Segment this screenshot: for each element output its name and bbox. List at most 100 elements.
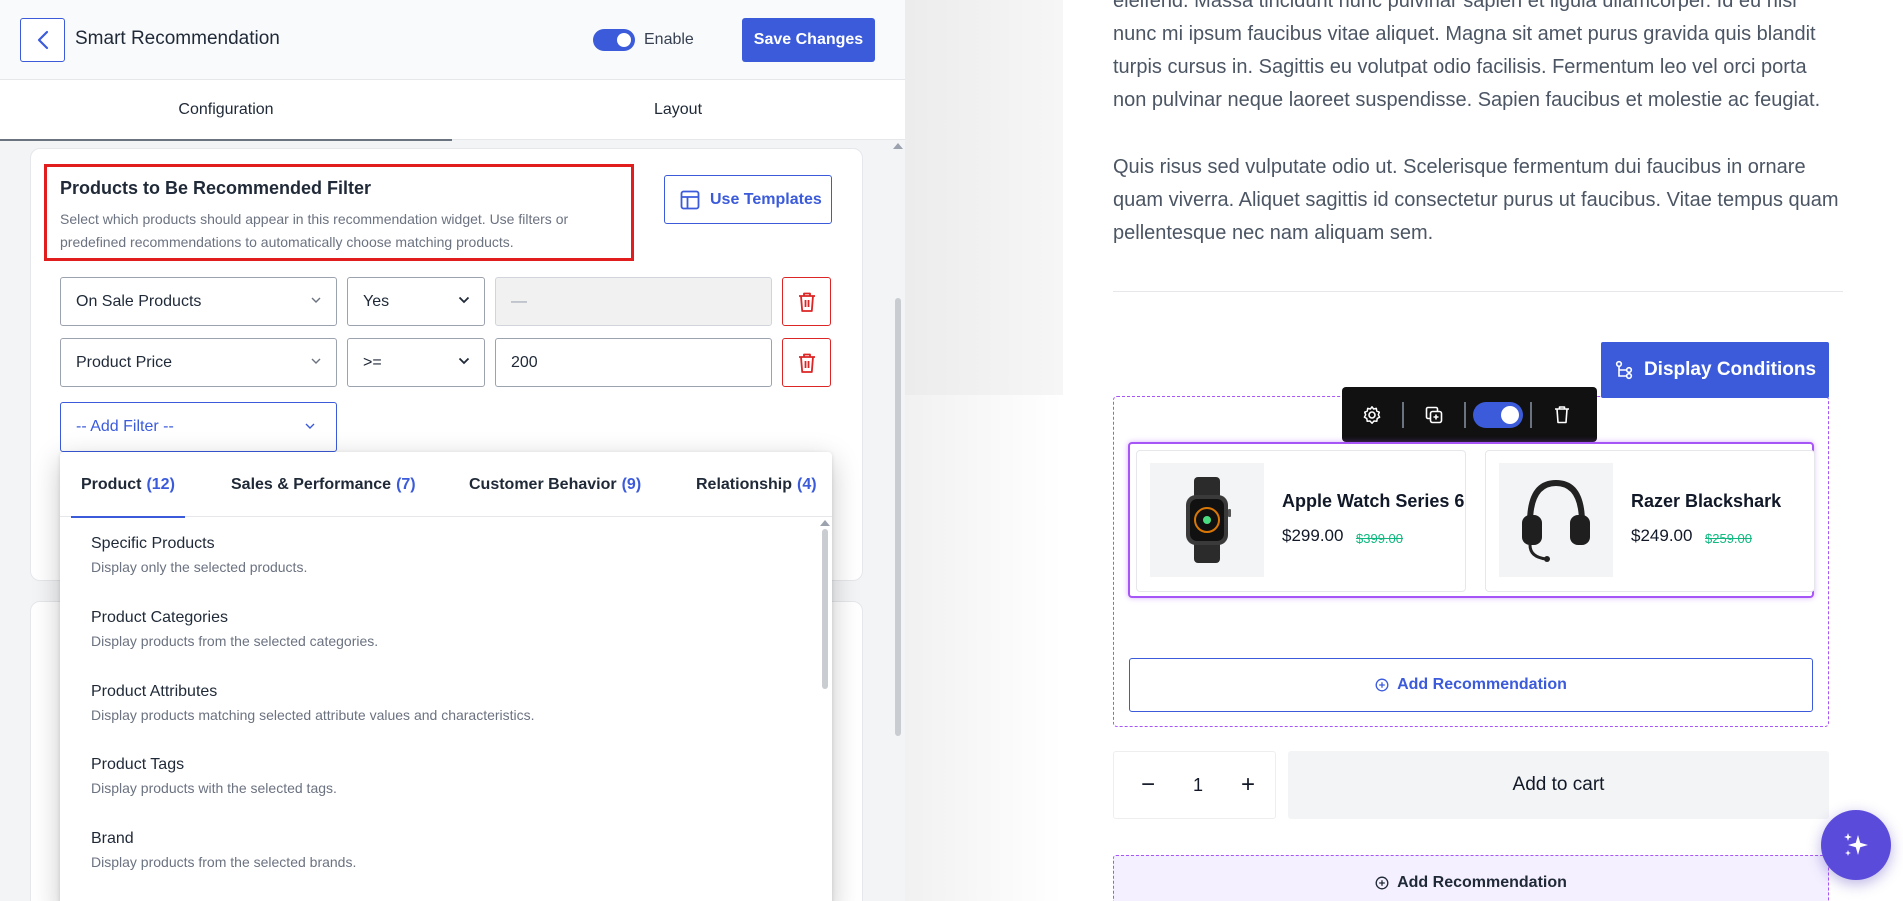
filter-value-text: —	[511, 292, 527, 310]
list-item[interactable]: Product Categories Display products from …	[91, 609, 791, 649]
display-conditions-button[interactable]: Display Conditions	[1601, 342, 1829, 398]
product-old-price: $399.00	[1356, 531, 1403, 546]
trash-icon	[798, 292, 815, 312]
filter-field-select[interactable]: On Sale Products	[60, 277, 337, 326]
chevron-down-icon	[311, 297, 321, 303]
add-recommendation-label: Add Recommendation	[1397, 874, 1567, 891]
delete-widget-button[interactable]	[1532, 387, 1592, 442]
option-name: Product Categories	[91, 609, 228, 626]
option-name: Specific Products	[91, 535, 215, 552]
add-to-cart-button[interactable]: Add to cart	[1288, 751, 1829, 819]
list-item[interactable]: Product Attributes Display products match…	[91, 683, 791, 723]
dropdown-scrollbar[interactable]	[822, 529, 828, 689]
tab-label: Relationship	[696, 475, 793, 493]
save-changes-button[interactable]: Save Changes	[742, 18, 875, 62]
filter-field-value: On Sale Products	[76, 292, 202, 310]
list-item[interactable]: Specific Products Display only the select…	[91, 535, 791, 575]
body-paragraph: eleifend. Massa tincidunt nunc pulvinar …	[1113, 0, 1821, 111]
settings-panel: Smart Recommendation Enable Save Changes…	[0, 0, 905, 901]
filter-category-tabs: Product (12) Sales & Performance (7) Custo…	[60, 452, 832, 518]
tab-label: Product	[81, 475, 142, 493]
conditions-icon	[1615, 360, 1633, 380]
tab-bar: Configuration Layout	[0, 80, 905, 141]
template-icon	[680, 190, 700, 209]
toggle-knob	[1501, 405, 1519, 424]
tab-count: (7)	[396, 475, 416, 493]
dropdown-scroll-up-arrow[interactable]	[820, 520, 830, 526]
filter-section-title: Products to Be Recommended Filter	[60, 178, 372, 198]
trash-icon	[798, 353, 815, 373]
product-name: Apple Watch Series 6	[1282, 491, 1465, 511]
page-title: Smart Recommendation	[75, 28, 280, 49]
list-item[interactable]: Brand Display products from the selected …	[91, 830, 791, 870]
chevron-left-icon	[37, 30, 48, 50]
tab-label: Sales & Performance	[231, 475, 392, 493]
ai-assistant-button[interactable]	[1821, 810, 1891, 880]
add-recommendation-button[interactable]: Add Recommendation	[1129, 658, 1813, 712]
headset-icon	[1522, 479, 1590, 562]
quantity-decrease-button[interactable]: −	[1136, 771, 1160, 799]
tab-customer-behavior[interactable]: Customer Behavior (9)	[469, 452, 641, 517]
tab-product[interactable]: Product (12)	[71, 452, 185, 518]
filter-value-input: —	[495, 277, 772, 326]
tab-layout[interactable]: Layout	[452, 80, 904, 140]
delete-filter-button[interactable]	[782, 277, 831, 326]
duplicate-button[interactable]	[1404, 387, 1464, 442]
add-filter-select[interactable]: -- Add Filter --	[60, 402, 337, 452]
body-paragraph: Quis risus sed vulputate odio ut. Sceler…	[1113, 156, 1839, 244]
filter-operator-value: Yes	[363, 292, 390, 310]
filter-operator-select[interactable]: >=	[347, 338, 485, 387]
option-name: Product Tags	[91, 756, 185, 773]
add-filter-placeholder: -- Add Filter --	[76, 418, 174, 435]
filter-field-select[interactable]: Product Price	[60, 338, 337, 387]
filter-operator-select[interactable]: Yes	[347, 277, 485, 326]
option-description: Display products from the selected categ…	[91, 633, 379, 649]
filter-dropdown: Product (12) Sales & Performance (7) Custo…	[60, 452, 832, 901]
product-card[interactable]: Razer Blackshark $249.00 $259.00	[1485, 450, 1815, 592]
filter-operator-value: >=	[363, 353, 382, 371]
product-card[interactable]: Apple Watch Series 6 $299.00 $399.00	[1136, 450, 1466, 592]
tab-relationship[interactable]: Relationship (4)	[696, 452, 817, 517]
option-name: Product Attributes	[91, 683, 218, 700]
widget-visibility-toggle[interactable]	[1473, 401, 1523, 428]
quantity-increase-button[interactable]: +	[1236, 771, 1260, 799]
sparkle-icon	[1844, 833, 1868, 856]
headset-image	[1499, 463, 1613, 577]
panel-header: Smart Recommendation Enable Save Changes	[0, 0, 905, 80]
back-button[interactable]	[20, 18, 65, 62]
scroll-up-arrow[interactable]	[893, 143, 903, 149]
tab-sales-performance[interactable]: Sales & Performance (7)	[231, 452, 416, 517]
plus-circle-icon	[1375, 678, 1389, 692]
add-recommendation-button[interactable]: Add Recommendation	[1113, 855, 1829, 901]
gear-icon	[1363, 405, 1381, 424]
product-price: $249.00	[1631, 526, 1693, 545]
settings-button[interactable]	[1342, 387, 1402, 442]
quantity-value[interactable]: 1	[1193, 775, 1203, 796]
editor-gutter-lower	[905, 395, 1063, 901]
widget-toolbar	[1342, 387, 1597, 442]
option-description: Display only the selected products.	[91, 559, 308, 575]
add-recommendation-label: Add Recommendation	[1397, 676, 1567, 693]
trash-icon	[1555, 406, 1569, 424]
filter-field-value: Product Price	[76, 353, 173, 371]
list-item[interactable]: Product Tags Display products with the se…	[91, 756, 791, 796]
option-name: Brand	[91, 830, 134, 847]
panel-scrollbar[interactable]	[895, 298, 901, 736]
recommended-products: Apple Watch Series 6 $299.00 $399.00 Raz…	[1128, 442, 1815, 598]
tab-count: (9)	[621, 475, 642, 493]
option-description: Display products matching selected attri…	[91, 707, 535, 723]
chevron-down-icon	[458, 296, 470, 304]
chevron-down-icon	[311, 358, 321, 364]
filter-value-input[interactable]: 200	[495, 338, 772, 387]
chevron-down-icon	[305, 423, 315, 429]
product-name: Razer Blackshark	[1631, 491, 1782, 511]
tab-configuration[interactable]: Configuration	[0, 80, 452, 141]
tab-label: Customer Behavior	[469, 475, 617, 493]
use-templates-button[interactable]: Use Templates	[664, 175, 832, 224]
enable-toggle[interactable]	[593, 29, 635, 51]
delete-filter-button[interactable]	[782, 338, 831, 387]
tab-count: (4)	[797, 475, 817, 493]
product-price: $299.00	[1282, 526, 1344, 545]
smartwatch-image	[1150, 463, 1264, 577]
chevron-down-icon	[458, 357, 470, 365]
